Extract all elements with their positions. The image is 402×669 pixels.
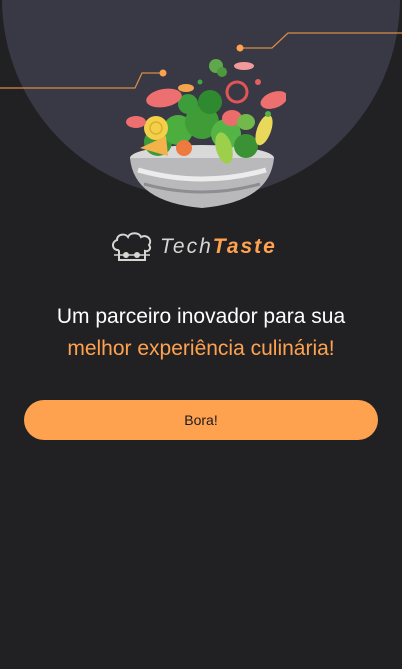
bora-button[interactable]: Bora! bbox=[24, 400, 378, 440]
tagline: Um parceiro inovador para sua melhor exp… bbox=[0, 301, 402, 365]
chef-hat-icon bbox=[112, 232, 152, 261]
tagline-line-1: Um parceiro inovador para sua bbox=[56, 305, 346, 328]
brand-name: TechTaste bbox=[160, 235, 277, 259]
brand-name-light: Tech bbox=[160, 235, 213, 258]
salad-bowl-illustration bbox=[126, 59, 286, 208]
tagline-line-2: melhor experiência culinária! bbox=[67, 337, 335, 360]
techtaste-logo: TechTaste bbox=[110, 229, 290, 265]
brand-name-bold: Taste bbox=[212, 235, 277, 258]
